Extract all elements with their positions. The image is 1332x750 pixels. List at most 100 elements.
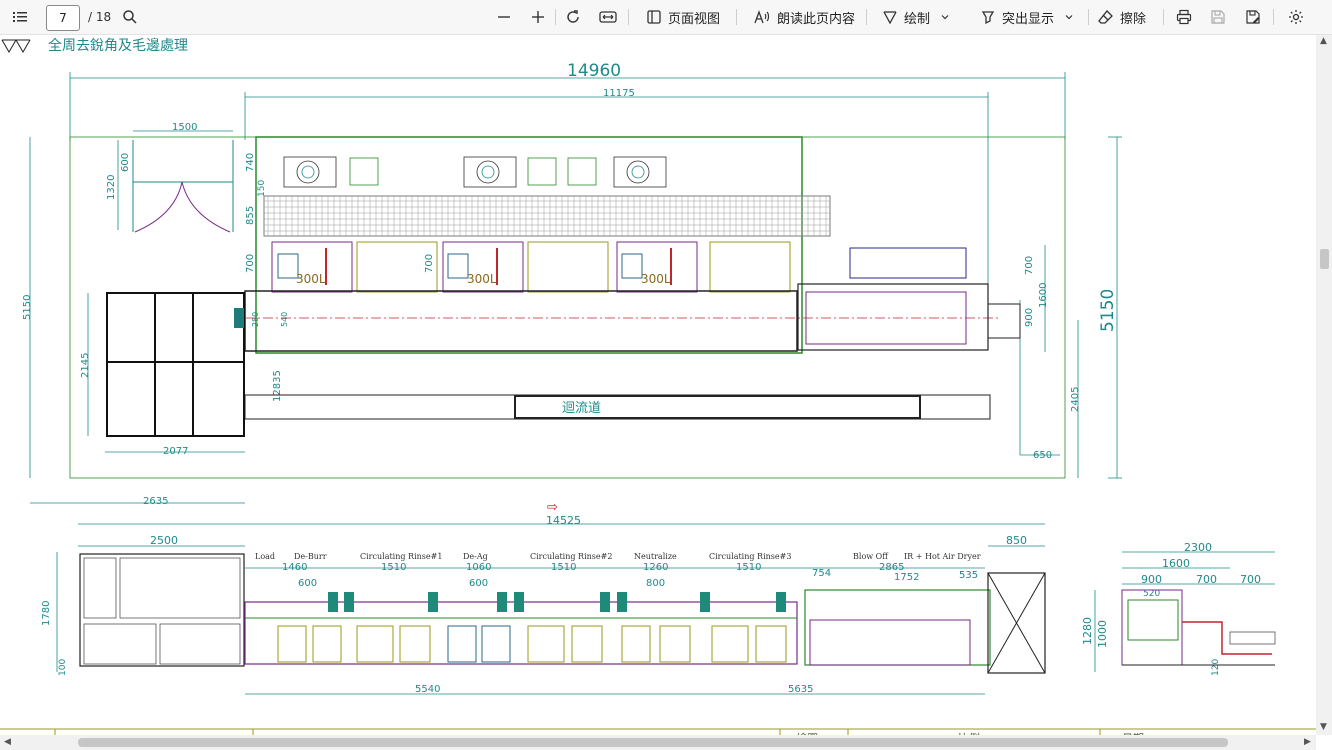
horizontal-scroll-thumb[interactable] [78,738,1228,747]
station-label-neutralize: Neutralize [634,552,677,561]
side-width-700-a: 700 [1196,573,1217,586]
plan-dim-150: 150 [257,180,267,197]
fit-width-icon [599,11,617,23]
plan-dim-2077: 2077 [163,446,188,457]
plan-door-swing [132,140,234,233]
scroll-left-icon[interactable]: ◀ [4,737,11,747]
toolbar-divider [866,9,867,25]
save-as-icon [1246,10,1260,24]
side-width-1600: 1600 [1162,557,1190,570]
scroll-down-icon[interactable]: ▼ [1320,722,1327,732]
station-width-4: 1510 [551,562,576,573]
highlight-label: 突出显示 [1002,11,1055,27]
toolbar-divider [555,9,556,25]
table-of-contents-icon [13,12,27,22]
station-label-rinse3: Circulating Rinse#3 [709,552,791,561]
document-viewer[interactable]: 全周去銳角及毛邊處理 14960 11175 5150 5150 1500 60… [0,35,1316,735]
plan-dim-855: 855 [245,206,256,225]
dryer-width-4: 535 [959,570,978,581]
station-widths: 1460 1510 1060 1510 1260 1510 600 600 80… [282,562,978,695]
plan-dim-2145: 2145 [80,353,91,378]
page-view-icon [647,10,661,24]
side-height-1280: 1280 [1081,617,1094,645]
plan-door-depth: 600 [120,153,131,172]
scroll-up-icon[interactable]: ▲ [1320,36,1327,46]
contents-button[interactable] [12,0,28,34]
plan-dim-650: 650 [1033,450,1052,461]
sub-width-3: 800 [646,578,665,589]
save-as-button[interactable] [1245,0,1261,34]
elevation-load-width: 2500 [150,534,178,547]
return-channel-label: 迴流道 [562,401,601,416]
erase-button[interactable]: 擦除 [1098,0,1146,34]
toolbar-divider [1163,9,1164,25]
highlight-icon [981,11,995,25]
engineering-drawing: 全周去銳角及毛邊處理 14960 11175 5150 5150 1500 60… [0,37,1316,735]
plan-left-height: 5150 [22,295,33,320]
sub-width-1: 600 [298,578,317,589]
side-height-1000: 1000 [1096,620,1109,648]
gear-icon [1289,10,1303,24]
plan-tanks [271,241,791,293]
station-label-rinse2: Circulating Rinse#2 [530,552,612,561]
plan-dim-700-b: 700 [424,254,435,273]
drawing-heading: 全周去銳角及毛邊處理 [48,37,188,54]
plan-dim-1600: 1600 [1038,283,1049,308]
plan-door-width: 1500 [172,122,197,133]
bottom-dim-1: 5540 [415,684,440,695]
tank-label-1: 300L [296,272,326,286]
elevation-height-1780: 1780 [41,601,52,626]
station-label-rinse1: Circulating Rinse#1 [360,552,442,561]
vertical-scrollbar[interactable] [1316,35,1332,735]
toolbar-divider [1273,9,1274,25]
finish-symbol-icon [1,39,31,53]
station-width-6: 1510 [736,562,761,573]
side-height-120: 120 [1211,659,1221,676]
plan-overall-width: 14960 [567,61,621,81]
station-width-1: 1460 [282,562,307,573]
page-view-label: 页面视图 [668,11,721,27]
page-number-input[interactable]: 7 [46,5,80,31]
dryer-width-3: 1752 [894,572,919,583]
side-width-700-b: 700 [1240,573,1261,586]
plan-dim-12835: 12835 [272,370,283,402]
read-aloud-button[interactable]: 朗读此页内容 [753,0,855,34]
fit-width-button[interactable] [599,0,617,34]
page-view-button[interactable]: 页面视图 [646,0,720,34]
side-view-labels: 2300 1600 900 700 700 1280 1000 120 520 [1081,541,1261,676]
plan-dim-2635: 2635 [143,496,168,507]
rotate-button[interactable] [565,0,581,34]
plan-conveyor [244,247,1021,352]
plan-dim-540: 540 [280,312,289,327]
plan-frames [69,136,1066,479]
station-label-deburr: De-Burr [294,552,327,561]
print-button[interactable] [1176,0,1192,34]
zoom-in-button[interactable] [530,0,546,34]
chevron-down-icon[interactable] [940,12,950,22]
side-width-900: 900 [1141,573,1162,586]
scroll-right-icon[interactable]: ▶ [1304,737,1311,747]
station-labels: Load De-Burr Circulating Rinse#1 De-Ag C… [255,552,981,561]
plan-overall-height: 5150 [1098,289,1118,332]
plan-door-height: 1320 [106,175,117,200]
elevation-tanks [277,625,787,663]
read-aloud-label: 朗读此页内容 [777,11,856,27]
elevation-height-100: 100 [58,659,68,676]
zoom-out-button[interactable] [496,0,512,34]
search-icon [123,10,137,24]
chevron-down-icon[interactable] [1064,12,1074,22]
toolbar-divider [1088,9,1089,25]
plan-dim-900: 900 [1024,308,1035,327]
settings-button[interactable] [1288,0,1304,34]
draw-button[interactable]: 绘制 [882,0,950,34]
vertical-scroll-thumb[interactable] [1320,249,1329,269]
search-button[interactable] [122,0,138,34]
dryer-width-1: 754 [812,568,831,579]
plan-dim-740: 740 [245,153,256,172]
plan-inner-width: 11175 [603,88,635,99]
plus-icon [532,11,544,23]
sub-width-2: 600 [469,578,488,589]
save-button[interactable] [1210,0,1226,34]
plan-dim-700-a: 700 [245,254,256,273]
highlight-button[interactable]: 突出显示 [980,0,1074,34]
